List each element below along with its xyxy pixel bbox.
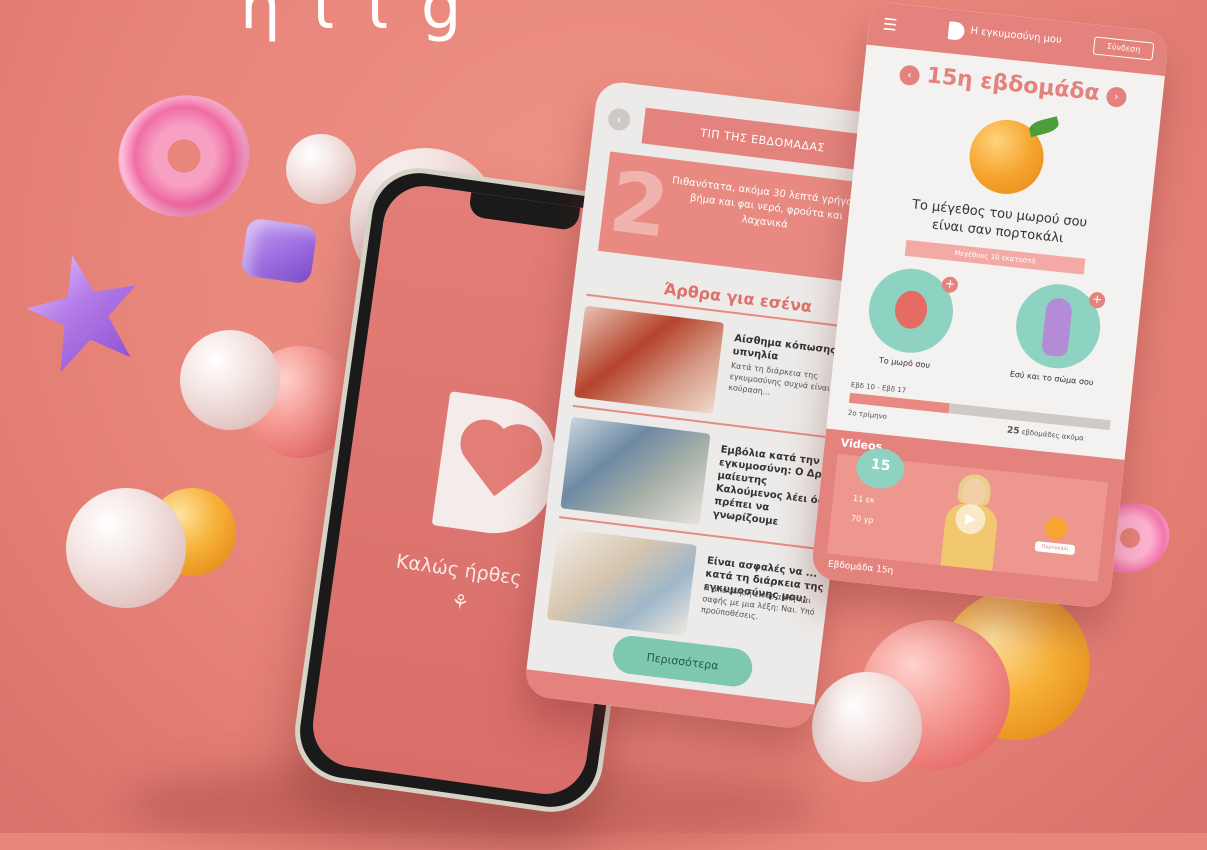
- fetus-icon: [893, 289, 929, 331]
- tip-text: Πιθανότατα, ακόμα 30 λεπτά γρήγορο βήμα …: [671, 175, 866, 231]
- brand-title: Η εγκυμοσύνη μου: [969, 25, 1063, 47]
- videos-section: Videos 15 11 εκ 70 γρ ▶ Πορτοκάλι Εβδομά…: [810, 428, 1125, 610]
- weeks-remaining: 25 εβδομάδες ακόμα: [1006, 425, 1084, 443]
- pearl-ball-decoration: [66, 488, 186, 608]
- article-image: [574, 305, 725, 415]
- back-icon[interactable]: ‹: [606, 107, 632, 132]
- week-badge: 15: [854, 446, 907, 491]
- sliders-icon[interactable]: ☰: [882, 14, 898, 34]
- tip-card: 2 Πιθανότατα, ακόμα 30 λεπτά γρήγορο βήμ…: [597, 151, 879, 284]
- pregnancy-progress-bar: [849, 392, 1111, 431]
- tip-number: 2: [604, 152, 675, 257]
- pregnant-body-icon: [1041, 296, 1074, 358]
- plus-icon[interactable]: +: [1088, 291, 1106, 309]
- orange-fruit-icon: [1043, 516, 1069, 541]
- login-button[interactable]: Σύνδεση: [1092, 36, 1155, 61]
- video-stat-weight: 70 γρ: [850, 513, 874, 525]
- week-range: Εβδ 10 - Εβδ 17: [850, 380, 907, 395]
- article-image: [560, 416, 711, 526]
- video-caption: Εβδομάδα 15η: [827, 559, 894, 577]
- weeks-remaining-number: 25: [1006, 425, 1020, 437]
- article-image: [546, 527, 697, 637]
- heart-icon: [465, 429, 533, 497]
- pearl-ball-decoration: [180, 330, 280, 430]
- phone-notch: [467, 192, 581, 232]
- pearl-ball-decoration: [286, 134, 356, 204]
- pearl-ball-decoration: [812, 672, 922, 782]
- body-label: Εσύ και το σώμα σου: [1009, 369, 1094, 388]
- purple-cube-decoration: [240, 217, 318, 285]
- brand-logo: [947, 21, 966, 41]
- hero-title: ή ι ι g: [240, 0, 468, 44]
- flower-icon: ⚘: [449, 588, 471, 615]
- video-fruit-label: Πορτοκάλι: [1034, 541, 1076, 556]
- trimester-label: 2ο τρίμηνο: [847, 408, 888, 421]
- pregnancy-week-screen: ☰ Η εγκυμοσύνη μου Σύνδεση ‹ 15η εβδομάδ…: [810, 0, 1170, 610]
- body-circle-button[interactable]: +: [1011, 280, 1106, 373]
- video-player[interactable]: 15 11 εκ 70 γρ ▶ Πορτοκάλι: [827, 446, 1109, 582]
- leaf-icon: [1027, 116, 1061, 138]
- baby-label: Το μωρό σου: [878, 355, 931, 371]
- plus-icon[interactable]: +: [941, 275, 959, 294]
- baby-circle-button[interactable]: +: [864, 264, 959, 357]
- welcome-text: Καλώς ήρθες: [394, 550, 523, 590]
- video-stat-length: 11 εκ: [852, 493, 876, 505]
- weeks-remaining-text: εβδομάδες ακόμα: [1021, 428, 1085, 443]
